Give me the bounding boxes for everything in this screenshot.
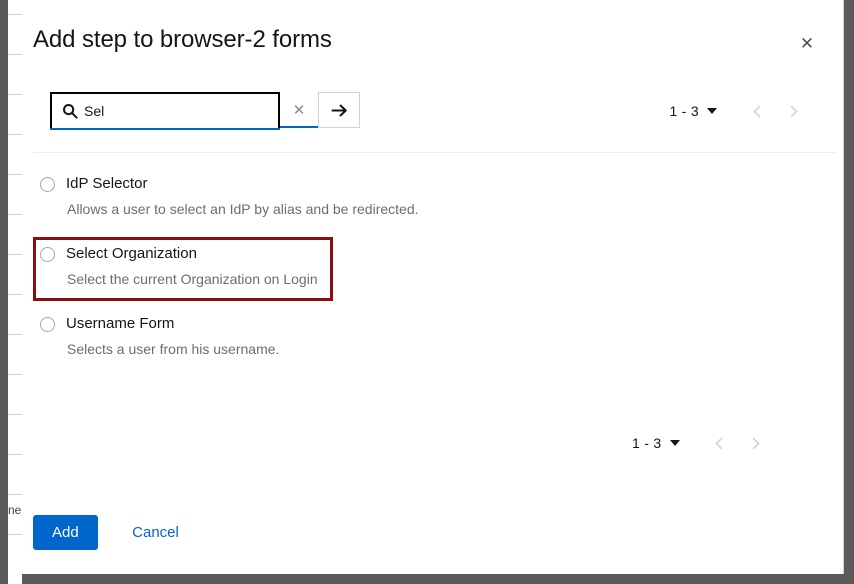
- background-row-line: [8, 454, 22, 455]
- option-description: Allows a user to select an IdP by alias …: [67, 201, 419, 217]
- list-item[interactable]: Select Organization Select the current O…: [33, 238, 823, 294]
- pagination-top: 1 - 3: [669, 93, 811, 129]
- option-description: Select the current Organization on Login: [67, 271, 318, 287]
- list-item[interactable]: Username Form Selects a user from his us…: [33, 308, 823, 364]
- pagination-range: 1 - 3: [669, 103, 699, 119]
- close-icon[interactable]: ✕: [793, 30, 821, 58]
- background-row-line: [8, 254, 22, 255]
- divider: [33, 152, 836, 153]
- screen: ne Add step to browser-2 forms ✕ ✕: [0, 0, 854, 584]
- chevron-left-icon: [715, 437, 723, 449]
- pagination-prev-button[interactable]: [739, 93, 775, 129]
- radio-button[interactable]: [40, 316, 55, 332]
- add-button[interactable]: Add: [33, 515, 98, 550]
- radio-button[interactable]: [40, 176, 55, 192]
- radio-button[interactable]: [40, 246, 55, 262]
- background-text-snippet: ne: [8, 503, 22, 517]
- background-row-line: [8, 494, 22, 495]
- chevron-right-icon: [790, 105, 797, 117]
- background-row-line: [8, 14, 22, 15]
- option-label[interactable]: Username Form: [66, 314, 174, 334]
- background-row-line: [8, 214, 22, 215]
- chevron-left-icon: [753, 105, 760, 117]
- chevron-right-icon: [752, 437, 760, 449]
- background-row-line: [8, 534, 22, 535]
- background-row-line: [8, 94, 22, 95]
- list-item[interactable]: IdP Selector Allows a user to select an …: [33, 168, 823, 224]
- option-header: IdP Selector: [33, 174, 823, 194]
- pagination-bottom: 1 - 3: [632, 425, 774, 461]
- modal-footer: Add Cancel: [33, 515, 195, 550]
- background-row-line: [8, 374, 22, 375]
- option-label[interactable]: Select Organization: [66, 244, 197, 264]
- cancel-button[interactable]: Cancel: [116, 515, 195, 550]
- page-title: Add step to browser-2 forms: [33, 26, 332, 53]
- search-box[interactable]: [50, 92, 280, 130]
- chevron-down-icon[interactable]: [707, 108, 717, 114]
- pagination-next-button[interactable]: [775, 93, 811, 129]
- background-row-line: [8, 414, 22, 415]
- background-row-line: [8, 334, 22, 335]
- background-row-line: [8, 294, 22, 295]
- toolbar: ✕ 1 - 3: [33, 92, 833, 132]
- option-label[interactable]: IdP Selector: [66, 174, 147, 194]
- step-option-list: IdP Selector Allows a user to select an …: [33, 168, 823, 378]
- add-step-modal: Add step to browser-2 forms ✕ ✕: [22, 0, 844, 574]
- background-page: ne: [8, 0, 22, 584]
- option-description: Selects a user from his username.: [67, 341, 280, 357]
- search-icon: [63, 104, 78, 119]
- background-row-line: [8, 134, 22, 135]
- chevron-down-icon[interactable]: [669, 440, 680, 446]
- search-input[interactable]: [84, 101, 264, 121]
- search-group: ✕: [50, 92, 360, 130]
- arrow-right-icon: [331, 104, 347, 116]
- clear-icon[interactable]: ✕: [280, 92, 318, 128]
- pagination-next-button[interactable]: [738, 425, 774, 461]
- option-header: Select Organization: [33, 244, 823, 264]
- background-row-line: [8, 54, 22, 55]
- pagination-range: 1 - 3: [632, 435, 662, 451]
- option-header: Username Form: [33, 314, 823, 334]
- background-row-line: [8, 174, 22, 175]
- pagination-prev-button[interactable]: [702, 425, 738, 461]
- search-submit-button[interactable]: [318, 92, 360, 128]
